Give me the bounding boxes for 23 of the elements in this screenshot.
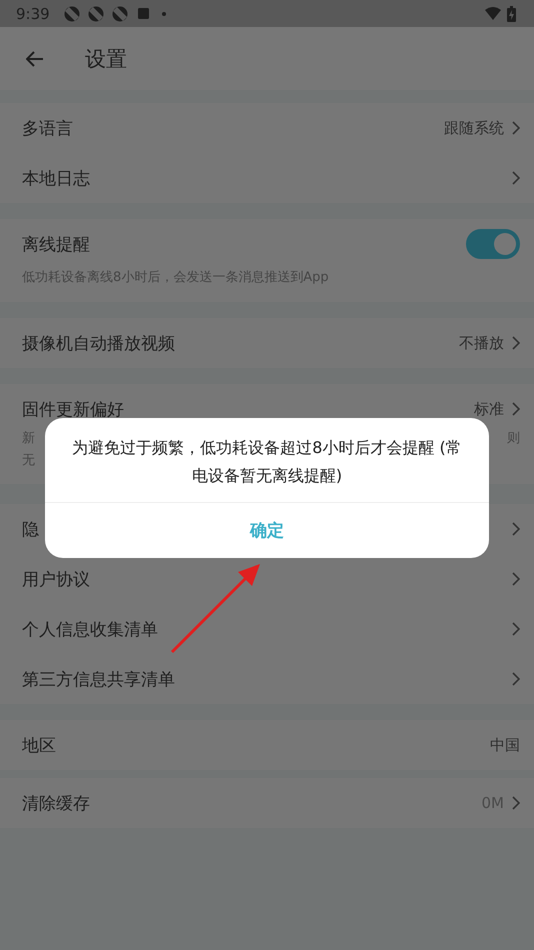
setting-label: 清除缓存	[22, 792, 90, 814]
setting-value: 标准	[474, 400, 504, 418]
battery-icon	[507, 6, 516, 22]
confirm-button[interactable]: 确定	[45, 503, 489, 558]
setting-label: 第三方信息共享清单	[22, 668, 175, 690]
wifi-icon	[485, 7, 501, 20]
setting-label: 用户协议	[22, 568, 90, 590]
dialog-message: 为避免过于频繁，低功耗设备超过8小时后才会提醒 (常电设备暂无离线提醒)	[45, 418, 489, 503]
setting-label: 摄像机自动播放视频	[22, 332, 175, 354]
setting-value: 不播放	[459, 334, 504, 352]
setting-label: 固件更新偏好	[22, 398, 124, 420]
setting-label: 个人信息收集清单	[22, 618, 158, 640]
setting-label: 本地日志	[22, 168, 90, 190]
back-arrow-icon	[26, 50, 44, 66]
setting-label: 多语言	[22, 118, 73, 140]
status-time: 9:39	[16, 4, 50, 22]
setting-label: 隐	[22, 518, 39, 540]
setting-label: 地区	[22, 734, 56, 756]
setting-value: 跟随系统	[444, 118, 504, 138]
toggle-switch[interactable]	[466, 229, 520, 259]
setting-label: 离线提醒	[22, 234, 90, 256]
setting-value: 中国	[490, 736, 520, 754]
page-title: 设置	[85, 46, 127, 72]
